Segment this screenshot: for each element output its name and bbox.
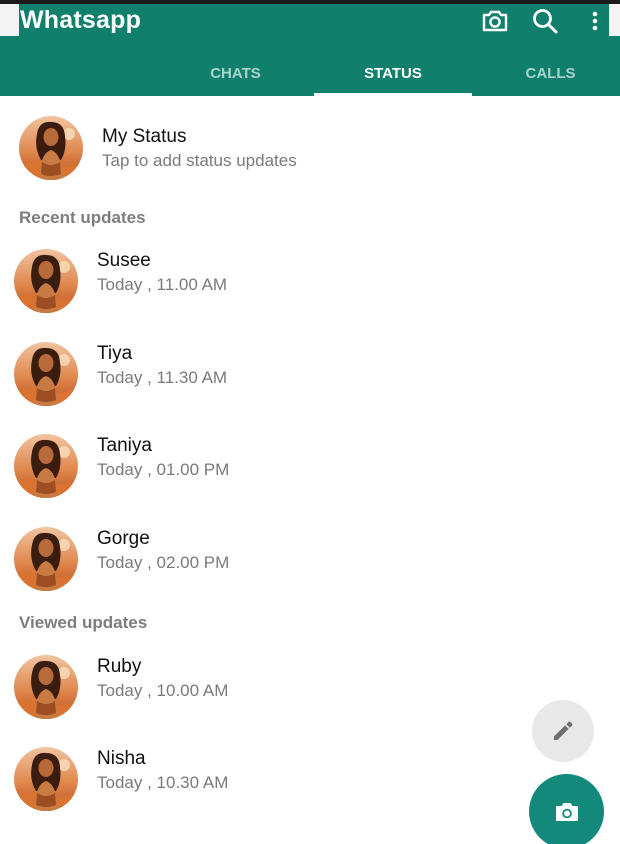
contact-name: Taniya bbox=[97, 435, 152, 456]
avatar bbox=[14, 527, 78, 591]
camera-status-button[interactable] bbox=[529, 774, 604, 844]
status-time: Today , 10.30 AM bbox=[97, 773, 229, 792]
contact-name: Nisha bbox=[97, 748, 146, 769]
status-time: Today , 02.00 PM bbox=[97, 553, 230, 572]
status-time: Today , 11.00 AM bbox=[97, 275, 228, 294]
avatar bbox=[14, 342, 78, 406]
camera-button[interactable] bbox=[480, 6, 510, 36]
avatar bbox=[14, 249, 78, 313]
recent-updates-label: Recent updates bbox=[19, 208, 146, 227]
pencil-icon bbox=[554, 721, 573, 740]
tab-bar: CHATS STATUS CALLS bbox=[0, 50, 620, 96]
tab-status[interactable]: STATUS bbox=[314, 50, 472, 96]
status-time: Today , 11.30 AM bbox=[97, 368, 228, 387]
avatar bbox=[19, 116, 83, 180]
camera-icon bbox=[555, 802, 578, 821]
contact-name: Susee bbox=[97, 250, 151, 271]
window-corner-left bbox=[0, 4, 19, 36]
list-item[interactable]: Susee Today , 11.00 AM bbox=[0, 240, 620, 320]
list-item[interactable]: Tiya Today , 11.30 AM bbox=[0, 333, 620, 413]
status-time: Today , 01.00 PM bbox=[97, 460, 230, 479]
status-time: Today , 10.00 AM bbox=[97, 681, 229, 700]
app-title: Whatsapp bbox=[20, 6, 142, 34]
window-corner-right bbox=[609, 4, 620, 36]
more-vertical-icon bbox=[592, 11, 598, 31]
list-item[interactable]: Gorge Today , 02.00 PM bbox=[0, 518, 620, 598]
search-icon bbox=[533, 9, 558, 34]
edit-status-button[interactable] bbox=[532, 700, 594, 762]
list-item[interactable]: Ruby Today , 10.00 AM bbox=[0, 646, 620, 726]
avatar bbox=[14, 434, 78, 498]
my-status-subtitle: Tap to add status updates bbox=[102, 151, 297, 170]
viewed-updates-label: Viewed updates bbox=[19, 613, 148, 632]
list-item[interactable]: Taniya Today , 01.00 PM bbox=[0, 425, 620, 505]
tab-chats[interactable]: CHATS bbox=[157, 50, 314, 96]
contact-name: Ruby bbox=[97, 656, 142, 677]
tab-calls[interactable]: CALLS bbox=[472, 50, 620, 96]
contact-name: Tiya bbox=[97, 343, 133, 364]
camera-icon bbox=[482, 10, 508, 32]
list-item[interactable]: Nisha Today , 10.30 AM bbox=[0, 738, 620, 818]
search-button[interactable] bbox=[530, 6, 560, 36]
my-status-name: My Status bbox=[102, 126, 187, 147]
active-tab-indicator bbox=[314, 93, 472, 96]
avatar bbox=[14, 747, 78, 811]
more-options-button[interactable] bbox=[580, 6, 610, 36]
contact-name: Gorge bbox=[97, 528, 150, 549]
avatar bbox=[14, 655, 78, 719]
